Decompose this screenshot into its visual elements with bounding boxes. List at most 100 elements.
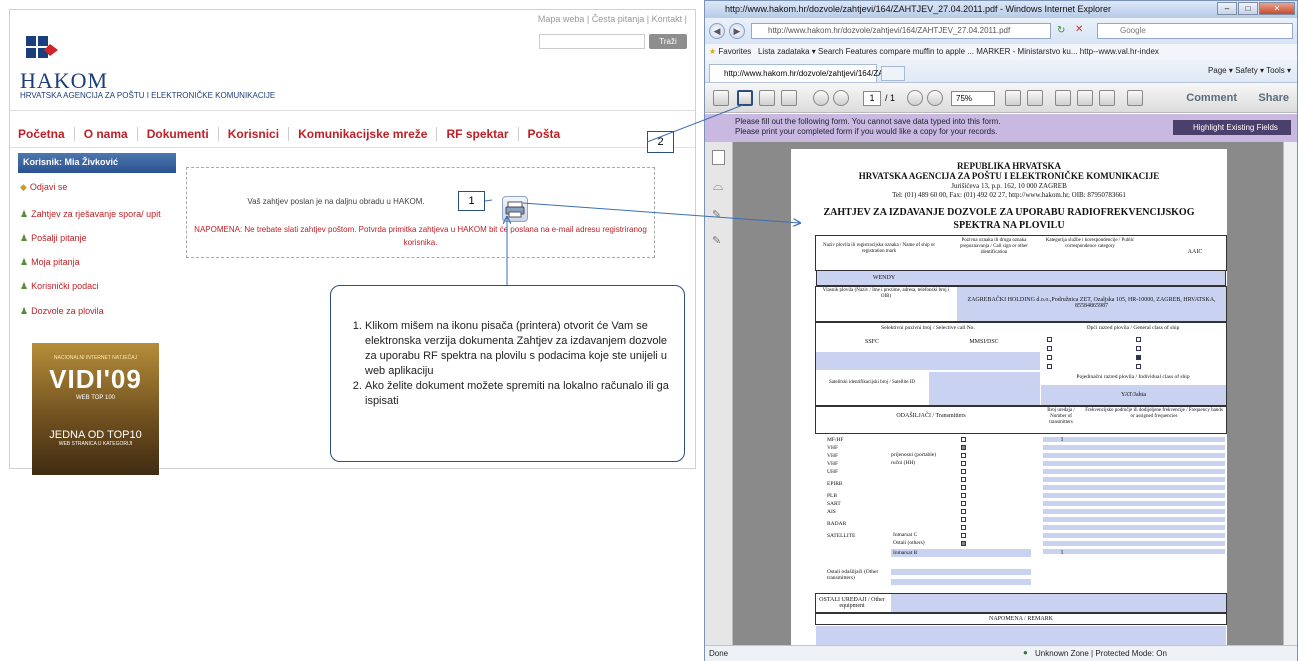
top-links[interactable]: Mapa weba | Česta pitanja | Kontakt | [538, 14, 687, 24]
search-input[interactable]: Google [1097, 23, 1293, 39]
class-checkbox[interactable] [1136, 346, 1141, 351]
sidebar-item-zahtjev[interactable]: ♟ Zahtjev za rješavanje spora/ upit [20, 209, 161, 220]
next-page-icon[interactable] [833, 90, 849, 106]
attachment-icon[interactable]: ⌓ [713, 178, 723, 194]
search-button[interactable]: Traži [649, 34, 687, 49]
address-bar[interactable]: http://www.hakom.hr/dozvole/zahtjevi/164… [751, 23, 1051, 39]
callout-2: 2 [647, 131, 674, 153]
tx-checkbox[interactable] [961, 533, 966, 538]
class-checkbox-checked[interactable] [1136, 355, 1141, 360]
form-title-1: ZAHTJEV ZA IZDAVANJE DOZVOLE ZA UPORABU … [823, 207, 1195, 218]
tx-checkbox[interactable] [961, 461, 966, 466]
other-tx-field[interactable] [891, 579, 1031, 585]
zoom-select[interactable]: 75% [951, 91, 995, 106]
fit-page-icon[interactable] [1005, 90, 1021, 106]
signatures-icon[interactable]: ✎ [712, 208, 721, 221]
security-zone[interactable]: Unknown Zone | Protected Mode: On [1035, 649, 1167, 658]
address-row: ◀ ▶ http://www.hakom.hr/dozvole/zahtjevi… [705, 18, 1297, 44]
freq-label: Frekvencijsko područje ili dodijeljene f… [1085, 408, 1223, 419]
favbar-items[interactable]: Lista zadataka ▾ Search Features compare… [758, 47, 1159, 56]
nav-item-posta[interactable]: Pošta [519, 127, 570, 141]
forward-icon[interactable]: ▶ [729, 23, 745, 39]
sidebar-item-label: Odjavi se [29, 182, 68, 192]
vertical-scrollbar[interactable] [1283, 142, 1297, 645]
refresh-icon[interactable]: ↻ [1057, 25, 1065, 36]
remark-field[interactable] [816, 626, 1226, 645]
new-tab-button[interactable] [881, 66, 905, 81]
sidebar-item-moja-pitanja[interactable]: ♟ Moja pitanja [20, 257, 80, 268]
search-input[interactable] [539, 34, 645, 49]
layers-icon[interactable]: ✎ [712, 234, 721, 247]
other-tx-field[interactable] [891, 569, 1031, 575]
tx-checkbox[interactable] [961, 509, 966, 514]
tx-checkbox[interactable] [961, 485, 966, 490]
other-eq-label: OSTALI UREĐAJI / Other equipment [819, 597, 885, 609]
vidi-banner[interactable]: NACIONALNI INTERNET NATJEČAJ VIDI'09 WEB… [32, 343, 159, 475]
tx-checkbox[interactable] [961, 437, 966, 442]
tx-checkbox[interactable] [961, 477, 966, 482]
class-checkbox[interactable] [1136, 364, 1141, 369]
frequency-fields[interactable] [1043, 437, 1225, 555]
tx-checkbox[interactable] [961, 525, 966, 530]
save-icon[interactable] [737, 90, 753, 106]
command-bar[interactable]: Page ▾ Safety ▾ Tools ▾ [1208, 66, 1291, 75]
class-checkbox[interactable] [1047, 364, 1052, 369]
print-icon[interactable] [759, 90, 775, 106]
instruction-step: Ako želite dokument možete spremiti na l… [365, 379, 672, 409]
pages-icon[interactable] [712, 150, 725, 165]
expand-icon[interactable] [1127, 90, 1143, 106]
navigation-panel: ⌓ ✎ ✎ [705, 142, 733, 645]
tx-checkbox[interactable] [961, 493, 966, 498]
class-checkbox[interactable] [1136, 337, 1141, 342]
create-pdf-icon[interactable] [713, 90, 729, 106]
sidebar-item-label: Zahtjev za rješavanje spora/ upit [31, 209, 161, 219]
share-button[interactable]: Share [1258, 92, 1289, 104]
nav-item-korisnici[interactable]: Korisnici [219, 127, 290, 141]
form-title-2: SPEKTRA NA PLOVILU [953, 220, 1065, 231]
prev-page-icon[interactable] [813, 90, 829, 106]
class-checkbox[interactable] [1047, 346, 1052, 351]
document-icon[interactable] [1099, 90, 1115, 106]
minimize-icon[interactable]: – [1217, 2, 1237, 15]
close-icon[interactable]: ✕ [1259, 2, 1295, 15]
selective-field[interactable] [816, 352, 1040, 370]
sign-icon[interactable] [1055, 90, 1071, 106]
satellite-id-field[interactable] [929, 372, 1040, 405]
nav-item-pocetna[interactable]: Početna [18, 127, 75, 141]
tx-checkbox[interactable] [961, 517, 966, 522]
main-nav: Početna O nama Dokumenti Korisnici Komun… [18, 127, 569, 141]
attach-icon[interactable] [1077, 90, 1093, 106]
sidebar-item-korisnicki-podaci[interactable]: ♟ Korisnički podaci [20, 281, 99, 292]
back-icon[interactable]: ◀ [709, 23, 725, 39]
nav-item-o-nama[interactable]: O nama [75, 127, 138, 141]
banner-title: VIDI'09 [49, 364, 142, 394]
tx-checkbox[interactable] [961, 501, 966, 506]
zoom-out-icon[interactable] [907, 90, 923, 106]
comment-button[interactable]: Comment [1186, 92, 1237, 104]
class-checkbox[interactable] [1047, 337, 1052, 342]
maximize-icon[interactable]: □ [1238, 2, 1258, 15]
fit-width-icon[interactable] [1027, 90, 1043, 106]
nav-item-dokumenti[interactable]: Dokumenti [138, 127, 219, 141]
nav-item-komunikacijske-mreze[interactable]: Komunikacijske mreže [289, 127, 438, 141]
other-eq-field[interactable] [891, 594, 1226, 612]
sidebar-item-odjavi[interactable]: ◆ Odjavi se [20, 182, 67, 193]
browser-tab[interactable]: http://www.hakom.hr/dozvole/zahtjevi/164… [709, 64, 896, 82]
page-number-input[interactable]: 1 [863, 91, 881, 106]
sidebar-item-dozvole[interactable]: ♟ Dozvole za plovila [20, 306, 104, 317]
favorites-button[interactable]: Favorites [718, 47, 751, 56]
printer-icon[interactable] [502, 196, 528, 222]
class-checkbox[interactable] [1047, 355, 1052, 360]
tx-checkbox[interactable] [961, 469, 966, 474]
nav-item-rf-spektar[interactable]: RF spektar [437, 127, 519, 141]
zoom-in-icon[interactable] [927, 90, 943, 106]
star-icon[interactable]: ★ [709, 47, 716, 56]
highlight-fields-button[interactable]: Highlight Existing Fields [1173, 120, 1291, 135]
tx-checkbox-checked[interactable] [961, 541, 966, 546]
tx-checkbox-checked[interactable] [961, 445, 966, 450]
email-icon[interactable] [781, 90, 797, 106]
tx-checkbox[interactable] [961, 453, 966, 458]
sidebar-item-posalji-pitanje[interactable]: ♟ Pošalji pitanje [20, 233, 87, 244]
stop-icon[interactable]: ✕ [1075, 24, 1083, 35]
form-header-1: REPUBLIKA HRVATSKA [956, 161, 1062, 171]
